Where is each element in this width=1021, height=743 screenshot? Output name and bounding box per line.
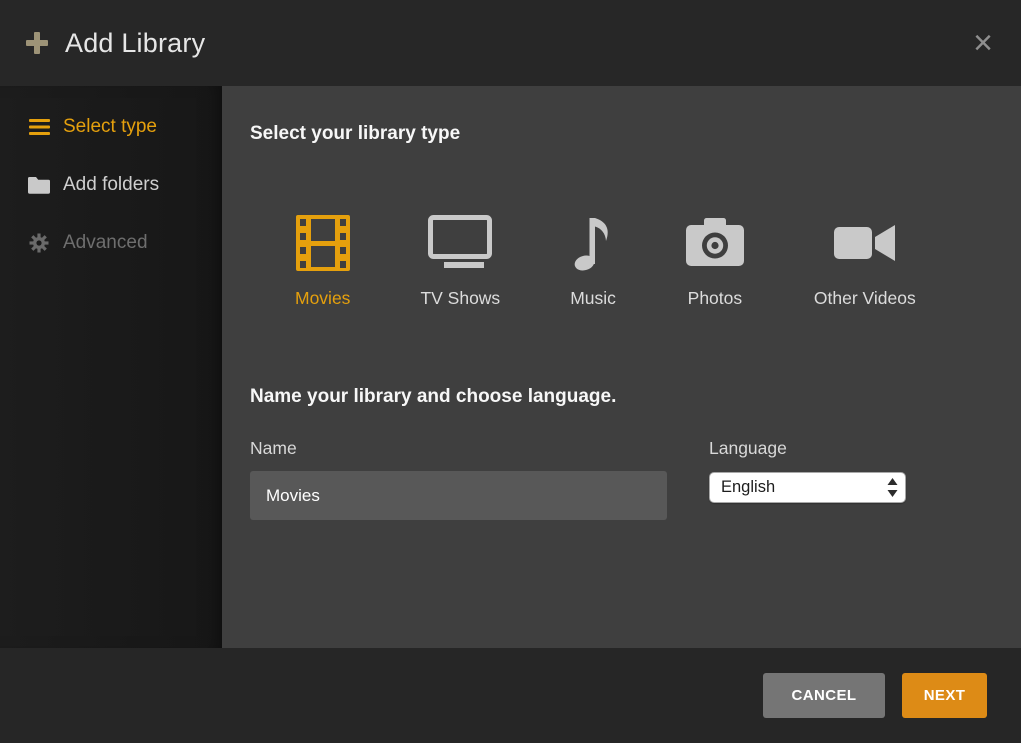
library-type-photos[interactable]: Photos bbox=[686, 214, 744, 309]
camcorder-icon bbox=[834, 214, 896, 272]
folder-icon bbox=[28, 176, 50, 194]
dialog-header: Add Library × bbox=[0, 0, 1021, 86]
list-lines-icon bbox=[28, 119, 50, 135]
filmstrip-icon bbox=[296, 214, 350, 272]
name-field-label: Name bbox=[250, 437, 667, 459]
tv-icon bbox=[428, 214, 492, 272]
library-type-label: Music bbox=[570, 288, 616, 309]
language-field-label: Language bbox=[709, 437, 906, 459]
close-icon[interactable]: × bbox=[967, 24, 999, 62]
sidebar-item-label: Add folders bbox=[63, 174, 159, 196]
main-content: Select your library type bbox=[222, 86, 1021, 648]
name-language-form: Name Language English bbox=[250, 437, 1021, 520]
language-field-group: Language English bbox=[709, 437, 906, 520]
select-arrows-icon bbox=[887, 478, 898, 497]
name-language-heading: Name your library and choose language. bbox=[250, 385, 1021, 409]
music-note-icon bbox=[573, 214, 613, 272]
next-button[interactable]: NEXT bbox=[902, 673, 987, 718]
sidebar-item-label: Select type bbox=[63, 116, 157, 138]
library-type-other-videos[interactable]: Other Videos bbox=[814, 214, 916, 309]
plus-icon bbox=[26, 32, 48, 54]
library-type-label: Other Videos bbox=[814, 288, 916, 309]
library-type-row: Movies TV Shows bbox=[295, 214, 1021, 309]
library-type-movies[interactable]: Movies bbox=[295, 214, 350, 309]
wizard-steps-sidebar: Select type Add folders bbox=[0, 86, 222, 648]
sidebar-item-advanced[interactable]: Advanced bbox=[0, 214, 222, 272]
library-type-label: Photos bbox=[688, 288, 742, 309]
library-name-input[interactable] bbox=[250, 471, 667, 520]
dialog-footer: CANCEL NEXT bbox=[0, 648, 1021, 743]
select-type-heading: Select your library type bbox=[250, 122, 1021, 146]
library-type-music[interactable]: Music bbox=[570, 214, 616, 309]
library-type-tv-shows[interactable]: TV Shows bbox=[420, 214, 500, 309]
dialog-body: Select type Add folders bbox=[0, 86, 1021, 648]
sidebar-item-add-folders[interactable]: Add folders bbox=[0, 156, 222, 214]
sidebar-item-select-type[interactable]: Select type bbox=[0, 98, 222, 156]
name-field-group: Name bbox=[250, 437, 667, 520]
language-select[interactable]: English bbox=[709, 472, 906, 503]
language-select-value: English bbox=[721, 478, 775, 497]
camera-icon bbox=[686, 214, 744, 272]
dialog-title: Add Library bbox=[65, 28, 205, 59]
add-library-dialog: Add Library × Select type bbox=[0, 0, 1021, 743]
cancel-button[interactable]: CANCEL bbox=[763, 673, 885, 718]
gear-icon bbox=[28, 233, 50, 253]
library-type-label: TV Shows bbox=[420, 288, 500, 309]
library-type-label: Movies bbox=[295, 288, 350, 309]
sidebar-item-label: Advanced bbox=[63, 232, 148, 254]
